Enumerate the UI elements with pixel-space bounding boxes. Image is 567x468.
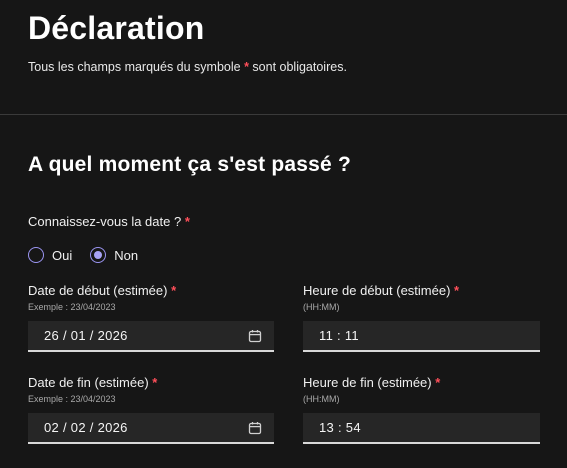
radio-non-label[interactable]: Non bbox=[114, 248, 138, 263]
end-date-label-text: Date de fin (estimée) bbox=[28, 375, 149, 390]
calendar-icon[interactable] bbox=[248, 421, 262, 435]
end-time-label-text: Heure de fin (estimée) bbox=[303, 375, 432, 390]
page-header: Déclaration Tous les champs marqués du s… bbox=[0, 0, 567, 115]
end-date-hint: Exemple : 23/04/2023 bbox=[28, 394, 116, 404]
start-date-label: Date de début (estimée) * bbox=[28, 283, 274, 298]
page-title: Déclaration bbox=[28, 10, 205, 46]
radio-unchecked-icon[interactable] bbox=[28, 247, 44, 263]
required-fields-note: Tous les champs marqués du symbole * son… bbox=[28, 60, 347, 74]
end-time-value[interactable]: 13 : 54 bbox=[319, 420, 528, 435]
end-time-field: Heure de fin (estimée) * (HH:MM) 13 : 54 bbox=[303, 375, 540, 444]
date-known-radio-group: Oui Non bbox=[28, 244, 156, 266]
date-known-question: Connaissez-vous la date ? * bbox=[28, 214, 190, 229]
calendar-icon[interactable] bbox=[248, 329, 262, 343]
radio-checked-icon[interactable] bbox=[90, 247, 107, 263]
required-asterisk: * bbox=[171, 283, 177, 298]
end-date-input[interactable]: 02 / 02 / 2026 bbox=[28, 413, 274, 444]
start-time-label-text: Heure de début (estimée) bbox=[303, 283, 451, 298]
radio-oui[interactable]: Oui bbox=[28, 247, 72, 263]
end-time-hint: (HH:MM) bbox=[303, 394, 340, 404]
start-time-label: Heure de début (estimée) * bbox=[303, 283, 540, 298]
end-date-label: Date de fin (estimée) * bbox=[28, 375, 274, 390]
start-time-field: Heure de début (estimée) * (HH:MM) 11 : … bbox=[303, 283, 540, 352]
start-date-label-text: Date de début (estimée) bbox=[28, 283, 168, 298]
required-asterisk: * bbox=[152, 375, 158, 390]
start-date-value[interactable]: 26 / 01 / 2026 bbox=[44, 328, 248, 343]
radio-non[interactable]: Non bbox=[90, 247, 138, 263]
end-date-field: Date de fin (estimée) * Exemple : 23/04/… bbox=[28, 375, 274, 444]
start-time-input[interactable]: 11 : 11 bbox=[303, 321, 540, 352]
radio-oui-label[interactable]: Oui bbox=[52, 248, 72, 263]
date-known-label: Connaissez-vous la date ? bbox=[28, 214, 182, 229]
note-text-after: sont obligatoires. bbox=[248, 60, 347, 74]
start-time-value[interactable]: 11 : 11 bbox=[319, 328, 528, 343]
note-text-before: Tous les champs marqués du symbole bbox=[28, 60, 245, 74]
required-asterisk: * bbox=[435, 375, 441, 390]
required-asterisk: * bbox=[454, 283, 460, 298]
required-asterisk: * bbox=[184, 214, 190, 229]
start-time-hint: (HH:MM) bbox=[303, 302, 340, 312]
start-date-field: Date de début (estimée) * Exemple : 23/0… bbox=[28, 283, 274, 352]
section-title: A quel moment ça s'est passé ? bbox=[28, 153, 351, 176]
end-time-input[interactable]: 13 : 54 bbox=[303, 413, 540, 444]
start-date-input[interactable]: 26 / 01 / 2026 bbox=[28, 321, 274, 352]
end-date-value[interactable]: 02 / 02 / 2026 bbox=[44, 420, 248, 435]
end-time-label: Heure de fin (estimée) * bbox=[303, 375, 540, 390]
radio-dot bbox=[94, 251, 103, 259]
start-date-hint: Exemple : 23/04/2023 bbox=[28, 302, 116, 312]
